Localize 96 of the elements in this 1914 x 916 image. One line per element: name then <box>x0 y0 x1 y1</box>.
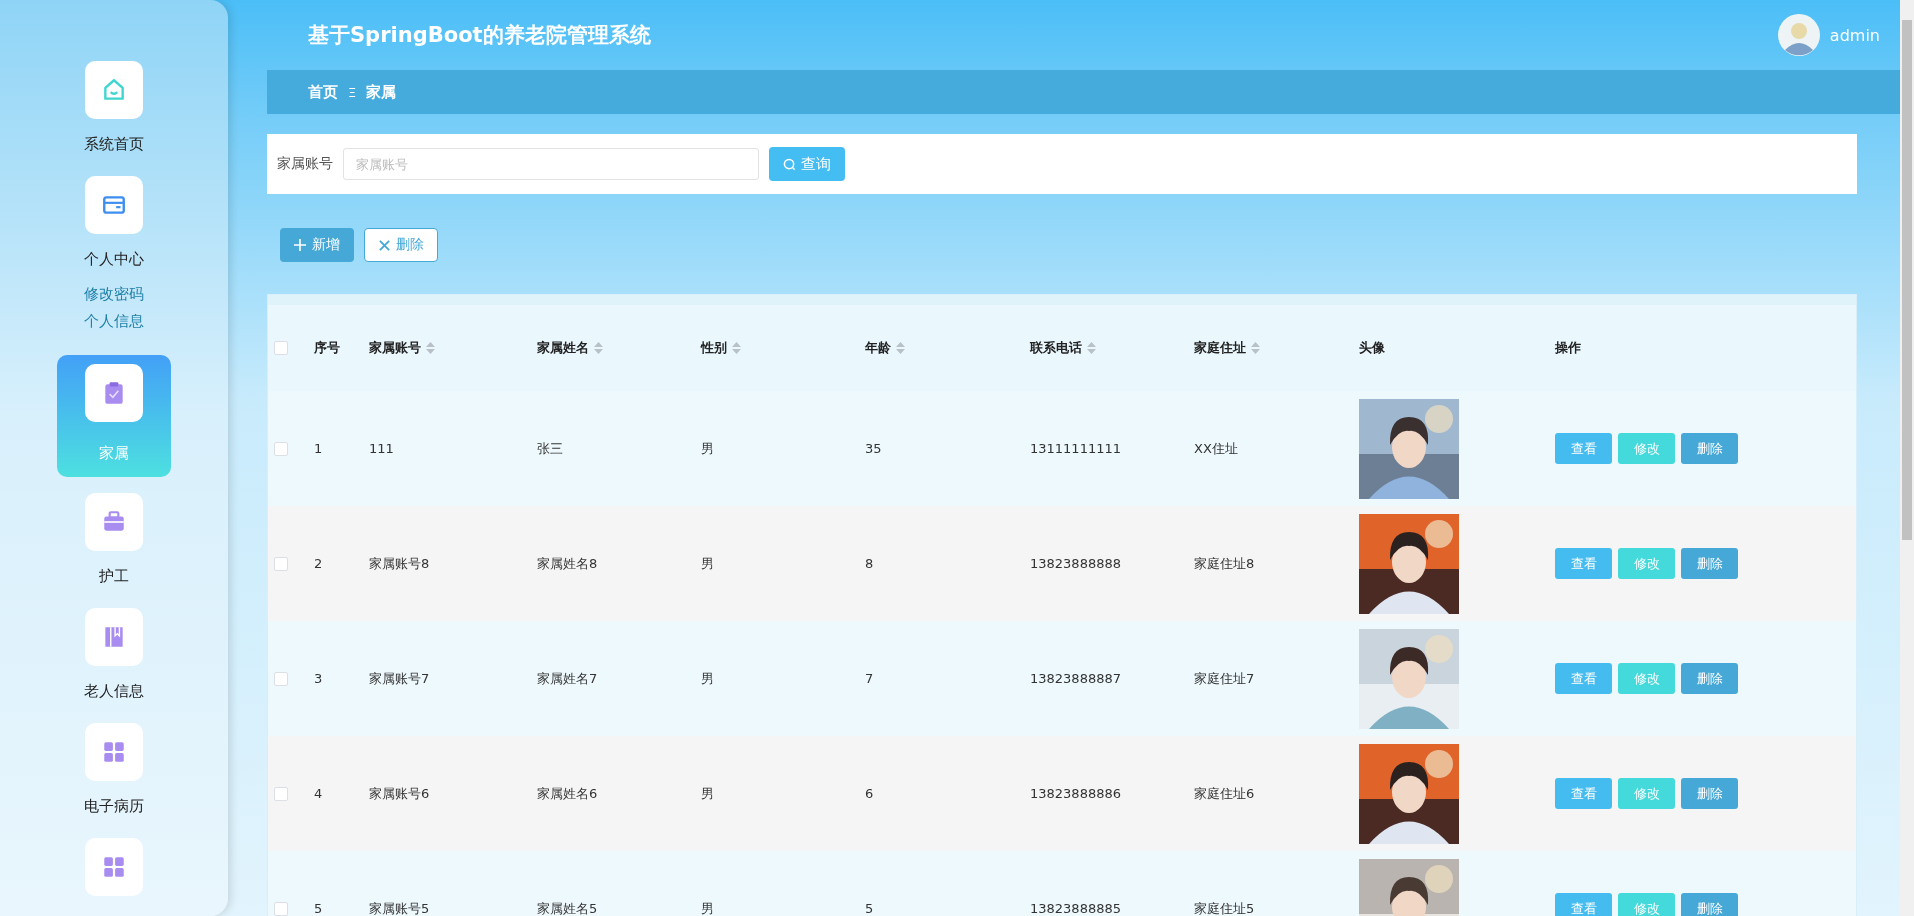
grid-icon <box>101 739 127 765</box>
scrollbar[interactable] <box>1900 0 1914 916</box>
checkbox[interactable] <box>274 901 288 916</box>
column-header: 年龄 <box>865 339 891 357</box>
submenu-link[interactable]: 个人信息 <box>84 312 144 331</box>
table-cell: 4 <box>314 786 323 801</box>
view-button[interactable]: 查看 <box>1555 778 1612 809</box>
checkbox[interactable] <box>274 341 288 355</box>
table-cell: 家属姓名5 <box>537 899 598 916</box>
column-header: 序号 <box>314 339 340 357</box>
column-header: 头像 <box>1359 339 1385 357</box>
add-button[interactable]: 新增 <box>280 228 354 262</box>
field-label: 家属账号 <box>277 155 333 173</box>
sort-icon[interactable] <box>732 342 741 354</box>
column-header: 家庭住址 <box>1194 339 1246 357</box>
column-header: 家属姓名 <box>537 339 589 357</box>
menu-item[interactable]: 老人信息 <box>57 608 171 723</box>
table-cell: 3 <box>314 671 323 686</box>
table-cell: 5 <box>314 901 323 916</box>
menu-item[interactable]: 电子病历 <box>57 723 171 838</box>
table-cell: 家属账号6 <box>369 784 430 803</box>
view-button[interactable]: 查看 <box>1555 663 1612 694</box>
table-cell: 13823888886 <box>1030 786 1121 801</box>
delete-button[interactable]: 删除 <box>1681 778 1738 809</box>
edit-button[interactable]: 修改 <box>1618 433 1675 464</box>
avatar[interactable] <box>1777 14 1820 56</box>
breadcrumb-link[interactable]: 首页 <box>308 82 338 102</box>
delete-button[interactable]: 删除 <box>1681 548 1738 579</box>
table-cell: 男 <box>701 784 714 803</box>
checkbox[interactable] <box>274 671 288 686</box>
checkbox[interactable] <box>274 786 288 801</box>
menu-item[interactable]: 护工 <box>57 493 171 608</box>
sort-icon[interactable] <box>426 342 435 354</box>
delete-button[interactable]: 删除 <box>364 228 438 262</box>
sort-icon[interactable] <box>896 342 905 354</box>
table-cell: 家庭住址7 <box>1194 669 1255 688</box>
edit-button[interactable]: 修改 <box>1618 663 1675 694</box>
table-cell: 家属账号7 <box>369 669 430 688</box>
table-cell: 家属姓名6 <box>537 784 598 803</box>
submenu-link[interactable]: 修改密码 <box>84 285 144 304</box>
view-button[interactable]: 查看 <box>1555 433 1612 464</box>
table-cell: 1 <box>314 441 323 456</box>
delete-button[interactable]: 删除 <box>1681 433 1738 464</box>
sort-icon[interactable] <box>1087 342 1096 354</box>
sort-icon[interactable] <box>594 342 603 354</box>
table-cell: 男 <box>701 439 714 458</box>
view-button[interactable]: 查看 <box>1555 548 1612 579</box>
table-cell: 男 <box>701 554 714 573</box>
edit-button[interactable]: 修改 <box>1618 548 1675 579</box>
search-button[interactable]: 查询 <box>769 147 845 181</box>
table-cell: 家庭住址6 <box>1194 784 1255 803</box>
delete-button[interactable]: 删除 <box>1681 663 1738 694</box>
breadcrumb-link[interactable]: 家属 <box>366 82 397 102</box>
table-cell: 家属账号5 <box>369 899 430 916</box>
table-cell: 张三 <box>537 439 563 458</box>
table-cell: 111 <box>369 441 394 456</box>
column-header: 家属账号 <box>369 339 421 357</box>
sort-icon[interactable] <box>1251 342 1260 354</box>
table-cell: XX住址 <box>1194 439 1238 458</box>
table-cell: 35 <box>865 441 882 456</box>
table-cell: 5 <box>865 901 874 916</box>
view-button[interactable]: 查看 <box>1555 893 1612 916</box>
breadcrumb-separator: Ξ <box>348 84 357 100</box>
table-cell: 13111111111 <box>1030 441 1121 456</box>
table-cell: 家庭住址5 <box>1194 899 1255 916</box>
active-menu-item[interactable]: 家属 <box>57 355 171 477</box>
delete-button[interactable]: 删除 <box>1681 893 1738 916</box>
app-title: 基于SpringBoot的养老院管理系统 <box>308 22 651 49</box>
table-cell: 8 <box>865 556 874 571</box>
column-header: 操作 <box>1555 339 1581 357</box>
edit-button[interactable]: 修改 <box>1618 893 1675 916</box>
table-cell: 6 <box>865 786 874 801</box>
column-header: 性别 <box>701 339 727 357</box>
menu-item[interactable]: 系统首页 <box>57 61 171 176</box>
checkbox[interactable] <box>274 441 288 456</box>
table-cell: 7 <box>865 671 874 686</box>
grid-icon <box>101 854 127 880</box>
edit-button[interactable]: 修改 <box>1618 778 1675 809</box>
table-cell: 家属账号8 <box>369 554 430 573</box>
close-icon <box>378 239 390 251</box>
home-icon <box>101 77 127 103</box>
plus-icon <box>294 239 306 251</box>
table-cell: 13823888885 <box>1030 901 1121 916</box>
table-cell: 13823888888 <box>1030 556 1121 571</box>
user-name[interactable]: admin <box>1829 25 1880 45</box>
column-header: 联系电话 <box>1030 339 1082 357</box>
table-cell: 2 <box>314 556 323 571</box>
table-cell: 家属姓名7 <box>537 669 598 688</box>
table-cell: 男 <box>701 669 714 688</box>
search-icon <box>783 157 796 171</box>
table-cell: 男 <box>701 899 714 916</box>
search-field[interactable]: 家属账号 <box>343 148 759 180</box>
table-cell: 家属姓名8 <box>537 554 598 573</box>
checkbox[interactable] <box>274 556 288 571</box>
table-cell: 家庭住址8 <box>1194 554 1255 573</box>
table-cell: 13823888887 <box>1030 671 1121 686</box>
